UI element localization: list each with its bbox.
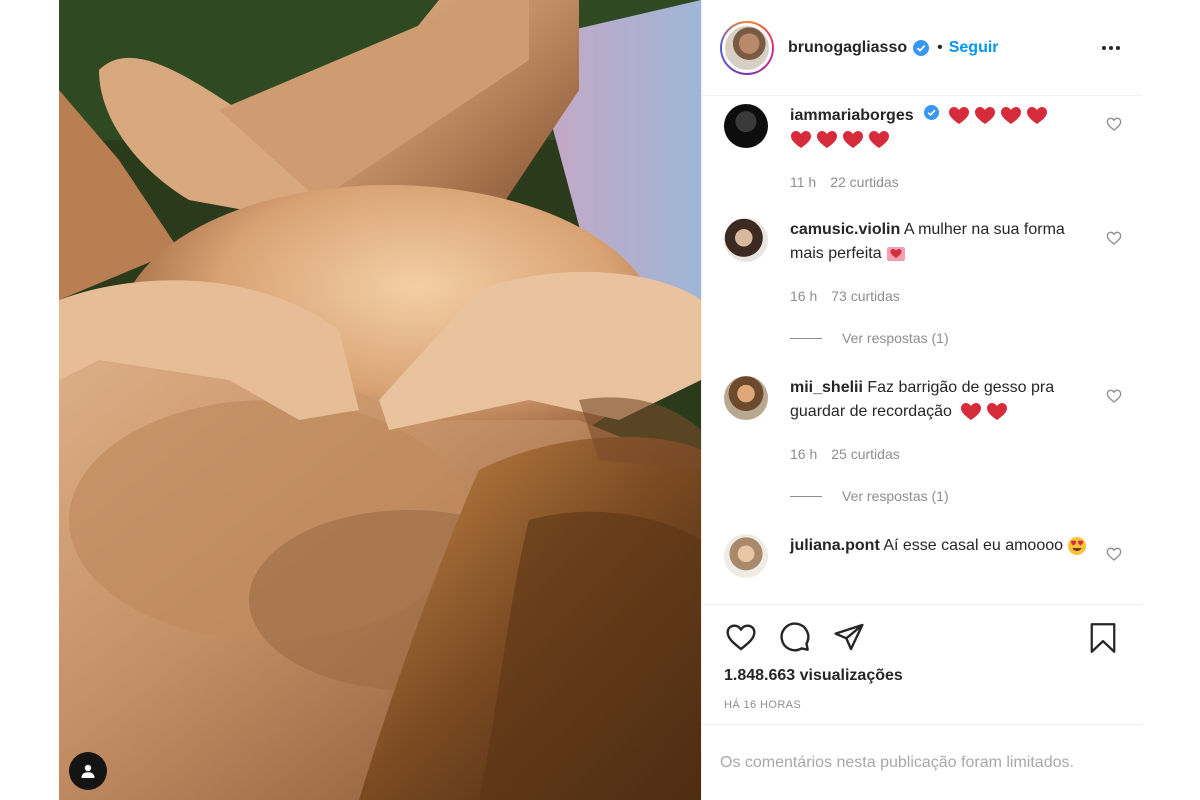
- commenter-avatar[interactable]: [724, 376, 768, 420]
- comment-time: 11 h: [790, 174, 817, 190]
- love-letter-emoji-icon: [887, 246, 906, 261]
- commenter-avatar[interactable]: [724, 534, 768, 578]
- save-icon[interactable]: [1088, 621, 1118, 660]
- comment-item: mii_shelii Faz barrigão de gesso pra gua…: [724, 376, 1124, 466]
- post-time[interactable]: HÁ 16 HORAS: [724, 699, 1124, 711]
- commenter-username[interactable]: camusic.violin: [790, 221, 900, 238]
- tag-user-icon: [81, 764, 95, 778]
- comment-like-icon[interactable]: [1106, 388, 1122, 409]
- commenter-username[interactable]: juliana.pont: [790, 537, 880, 554]
- commenter-avatar[interactable]: [724, 104, 768, 148]
- share-icon[interactable]: [832, 621, 866, 653]
- post-header: brunogagliasso • Seguir: [702, 0, 1142, 96]
- view-replies-label: Ver respostas (1): [842, 330, 949, 346]
- heart-emoji-icon: [1000, 106, 1021, 124]
- comment-emojis: [948, 106, 1048, 126]
- like-icon[interactable]: [724, 621, 758, 653]
- post-actions: 1.848.663 visualizações HÁ 16 HORAS: [702, 604, 1142, 724]
- post-photo: [59, 0, 701, 800]
- tagged-users-button[interactable]: [69, 752, 107, 790]
- follow-button[interactable]: Seguir: [949, 39, 999, 57]
- heart-emoji-icon: [791, 130, 811, 148]
- heart-emoji-icon: [987, 402, 1008, 420]
- comments-list[interactable]: iammariaborges 11 h 22 curtidas camusic.…: [702, 96, 1142, 604]
- views-count[interactable]: 1.848.663 visualizações: [724, 667, 1124, 685]
- heart-emoji-icon: [948, 106, 969, 124]
- heart-emoji-icon: [869, 130, 889, 148]
- comment-likes[interactable]: 22 curtidas: [830, 170, 898, 194]
- comment-likes[interactable]: 25 curtidas: [831, 442, 899, 466]
- heart-emoji-icon: [961, 402, 982, 420]
- commenter-username[interactable]: mii_shelii: [790, 379, 863, 396]
- comment-meta: 16 h 73 curtidas: [790, 284, 1090, 308]
- verified-badge-icon: [913, 39, 930, 56]
- comment-meta: 11 h 22 curtidas: [790, 170, 1090, 194]
- verified-badge-icon: [924, 105, 940, 120]
- comment-likes[interactable]: 73 curtidas: [831, 284, 899, 308]
- comment-like-icon[interactable]: [1106, 546, 1122, 567]
- commenter-avatar[interactable]: [724, 218, 768, 262]
- comment-item: camusic.violin A mulher na sua forma mai…: [724, 218, 1124, 308]
- heart-eyes-emoji-icon: [1068, 536, 1087, 555]
- comment-time: 16 h: [790, 288, 818, 304]
- heart-emoji-icon: [817, 130, 837, 148]
- post-media[interactable]: [59, 0, 701, 800]
- author-avatar[interactable]: [720, 20, 774, 75]
- commenter-username[interactable]: iammariaborges: [790, 107, 914, 124]
- post-dialog: brunogagliasso • Seguir iammariaborges 1…: [59, 0, 1142, 800]
- separator-dot: •: [937, 38, 943, 56]
- comment-item: iammariaborges 11 h 22 curtidas: [724, 104, 1124, 194]
- comments-limited-notice: Os comentários nesta publicação foram li…: [702, 724, 1142, 800]
- comment-meta: 16 h 25 curtidas: [790, 442, 1090, 466]
- heart-emoji-icon: [974, 106, 995, 124]
- more-options-icon[interactable]: [1096, 40, 1126, 56]
- author-username[interactable]: brunogagliasso: [788, 39, 907, 57]
- comment-like-icon[interactable]: [1106, 116, 1122, 137]
- comment-emojis: [790, 130, 890, 150]
- comment-icon[interactable]: [778, 621, 812, 653]
- comment-text: Aí esse casal eu amoooo: [883, 537, 1064, 554]
- heart-emoji-icon: [843, 130, 863, 148]
- comment-item: juliana.pont Aí esse casal eu amoooo: [724, 534, 1124, 578]
- view-replies-button[interactable]: Ver respostas (1): [790, 330, 1124, 346]
- view-replies-button[interactable]: Ver respostas (1): [790, 488, 1124, 504]
- comment-time: 16 h: [790, 446, 818, 462]
- comment-like-icon[interactable]: [1106, 230, 1122, 251]
- comment-emojis: [960, 402, 1008, 422]
- view-replies-label: Ver respostas (1): [842, 488, 949, 504]
- post-side-panel: brunogagliasso • Seguir iammariaborges 1…: [701, 0, 1142, 800]
- heart-emoji-icon: [1026, 106, 1047, 124]
